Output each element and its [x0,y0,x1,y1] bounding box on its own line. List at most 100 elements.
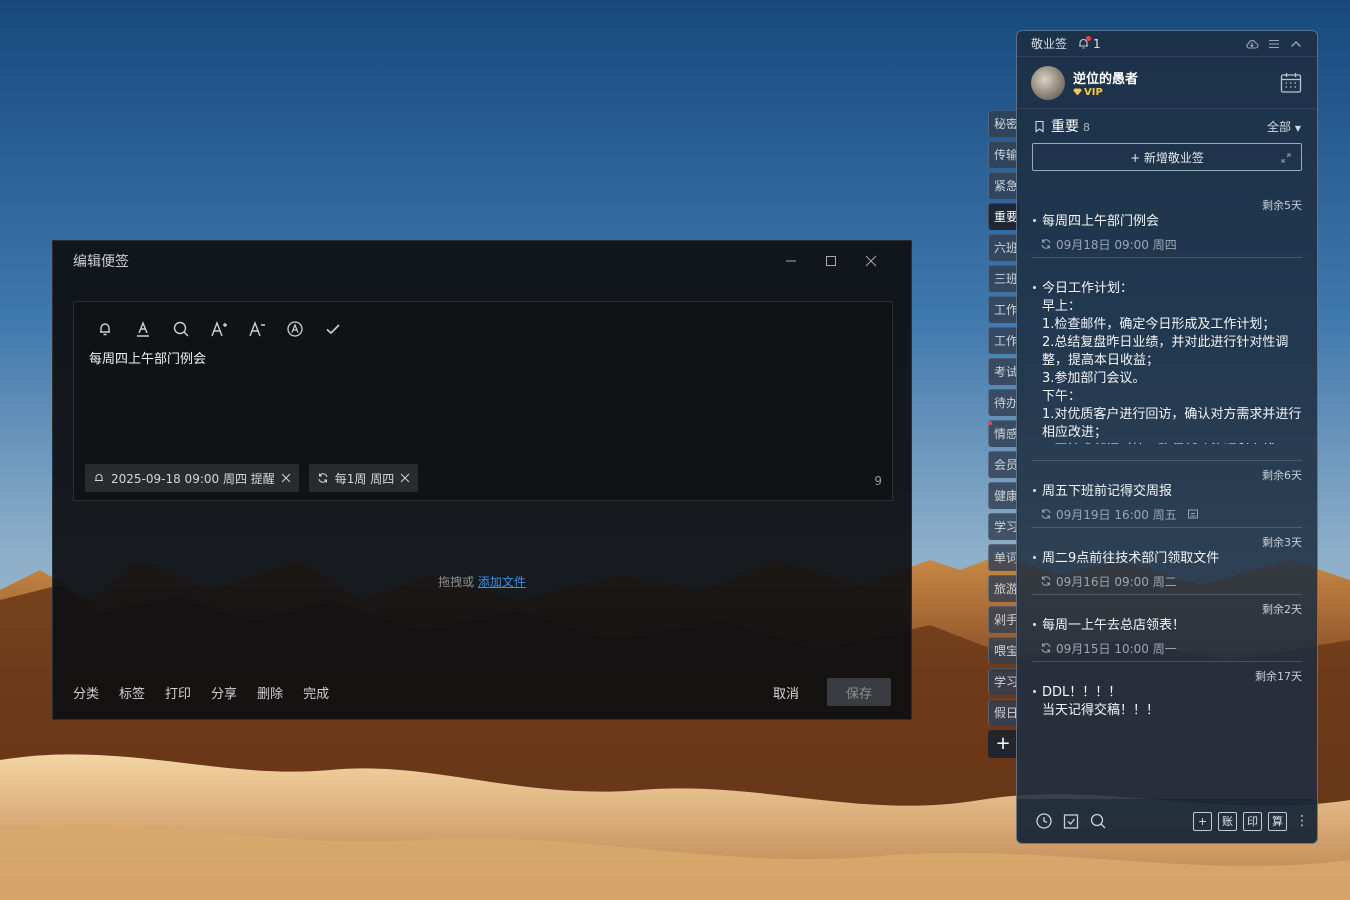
add-note-button[interactable]: + 新增敬业签 [1032,143,1302,171]
close-button[interactable] [851,241,891,281]
filter-label: 全部 [1267,119,1292,134]
search-tool-button[interactable] [168,316,194,342]
repeat-chip[interactable]: 每1周 周四 [308,464,419,492]
tag-button[interactable]: 标签 [119,683,145,702]
minimize-button[interactable] [771,241,811,281]
note-text: 周二9点前往技术部门领取文件 [1032,550,1302,568]
note-reminder: 09月19日 16:00 周五 [1032,501,1302,527]
font-increase-icon [211,321,227,337]
attach-prefix: 拖拽或 [438,575,475,589]
note-item[interactable]: 剩余17天 DDL！！！！ 当天记得交稿！！！ [1032,662,1302,720]
caret-down-icon: ▼ [1294,123,1301,133]
font-increase-tool-button[interactable] [206,316,232,342]
remaining-days [1032,258,1302,280]
note-reminder-time: 09月19日 16:00 周五 [1056,507,1177,522]
add-category-button[interactable]: + [988,730,1018,758]
reminder-tool-button[interactable] [92,316,118,342]
history-button[interactable] [1035,812,1053,830]
reminder-chip[interactable]: 2025-09-18 09:00 周四 提醒 [85,464,299,492]
search-button[interactable] [1089,812,1107,830]
user-info: 逆位的愚者 VIP [1073,68,1138,98]
cloud-sync-button[interactable] [1245,37,1259,51]
category-count: 8 [1083,120,1090,134]
save-button[interactable]: 保存 [827,678,891,706]
text-color-tool-button[interactable] [130,316,156,342]
expand-icon[interactable] [1281,152,1291,163]
add-button[interactable]: + [1193,811,1212,831]
print-button[interactable]: 打印 [165,683,191,702]
user-profile: 逆位的愚者 VIP [1017,57,1317,109]
note-content[interactable]: 每周四上午部门例会 [89,348,206,367]
check-icon [326,324,340,335]
tab-health[interactable]: 健康 [988,482,1018,509]
editor-titlebar: 编辑便签 [53,241,911,281]
tab-baby[interactable]: 喂宝 [988,637,1018,664]
cancel-button[interactable]: 取消 [773,683,799,702]
share-button[interactable]: 分享 [211,683,237,702]
tab-class-six[interactable]: 六班 [988,234,1018,261]
repeat-icon [1041,509,1051,519]
tab-emotion[interactable]: 情感 [988,420,1018,447]
close-icon[interactable] [281,473,291,483]
filter-dropdown[interactable]: 全部 ▼ [1267,118,1301,135]
tab-study-2[interactable]: 学习 [988,668,1018,695]
category-tabs: 秘密 传输 紧急 重要 六班 三班 工作 工作 考试 待办 情感 会员 健康 学… [988,110,1020,758]
bookmark-icon [1035,120,1044,133]
message-icon [1187,509,1198,519]
category-button[interactable]: 分类 [73,683,99,702]
vip-badge[interactable]: VIP [1073,87,1138,98]
tab-travel[interactable]: 旅游 [988,575,1018,602]
tab-shopping[interactable]: 剁手 [988,606,1018,633]
note-item[interactable]: 剩余2天 每周一上午去总店领表！ 09月15日 10:00 周一 [1032,595,1302,662]
note-reminder-time: 09月18日 09:00 周四 [1056,237,1177,252]
notification-button[interactable] [1077,36,1092,50]
tab-work-1[interactable]: 工作 [988,296,1018,323]
note-item[interactable]: 剩余3天 周二9点前往技术部门领取文件 09月16日 09:00 周二 [1032,528,1302,595]
repeat-icon [1041,643,1051,653]
tab-words[interactable]: 单词 [988,544,1018,571]
more-icon[interactable]: ⋮ [1295,814,1309,828]
tab-member[interactable]: 会员 [988,451,1018,478]
avatar[interactable] [1031,65,1065,100]
print-button[interactable]: 印 [1243,811,1262,831]
diamond-icon [1073,88,1082,96]
tab-holiday[interactable]: 假日 [988,699,1018,726]
remaining-days: 剩余2天 [1262,603,1302,616]
tab-secret[interactable]: 秘密 [988,110,1018,137]
minimize-icon [786,260,796,262]
ledger-button[interactable]: 账 [1218,811,1237,831]
repeat-icon [1041,239,1051,249]
tab-study-1[interactable]: 学习 [988,513,1018,540]
auto-format-tool-button[interactable] [282,316,308,342]
add-file-link[interactable]: 添加文件 [478,575,526,589]
note-item[interactable]: 剩余6天 周五下班前记得交周报 09月19日 16:00 周五 [1032,461,1302,528]
done-tool-button[interactable] [320,316,346,342]
note-reminder: 09月15日 10:00 周一 [1032,635,1302,661]
bookmark-icon [1033,120,1046,133]
tab-todo[interactable]: 待办 [988,389,1018,416]
note-item[interactable]: 剩余5天 每周四上午部门例会 09月18日 09:00 周四 [1032,191,1302,258]
tab-class-three[interactable]: 三班 [988,265,1018,292]
close-icon[interactable] [400,473,410,483]
collapse-button[interactable] [1289,37,1303,51]
tab-exam[interactable]: 考试 [988,358,1018,385]
tab-transfer[interactable]: 传输 [988,141,1018,168]
font-decrease-tool-button[interactable] [244,316,270,342]
completed-button[interactable] [1062,812,1080,830]
maximize-button[interactable] [811,241,851,281]
menu-button[interactable] [1267,37,1281,51]
notification-count: 1 [1093,36,1101,51]
note-editor[interactable]: 每周四上午部门例会 2025-09-18 09:00 周四 提醒 每1周 周四 … [73,301,893,501]
note-list: 剩余5天 每周四上午部门例会 09月18日 09:00 周四 今日工作计划： 早… [1017,191,1317,801]
note-item[interactable]: 今日工作计划： 早上： 1.检查邮件，确定今日形成及工作计划； 2.总结复盘昨日… [1032,258,1302,461]
panel-header: 敬业签 1 [1017,31,1317,57]
calendar-button[interactable] [1279,71,1303,95]
cloud-icon [1246,39,1259,49]
format-toolbar [92,316,346,342]
delete-button[interactable]: 删除 [257,683,283,702]
tab-urgent[interactable]: 紧急 [988,172,1018,199]
tab-work-2[interactable]: 工作 [988,327,1018,354]
calculator-button[interactable]: 算 [1268,811,1287,831]
complete-button[interactable]: 完成 [303,683,329,702]
attachment-drop-zone[interactable]: 拖拽或 添加文件 [53,573,911,590]
